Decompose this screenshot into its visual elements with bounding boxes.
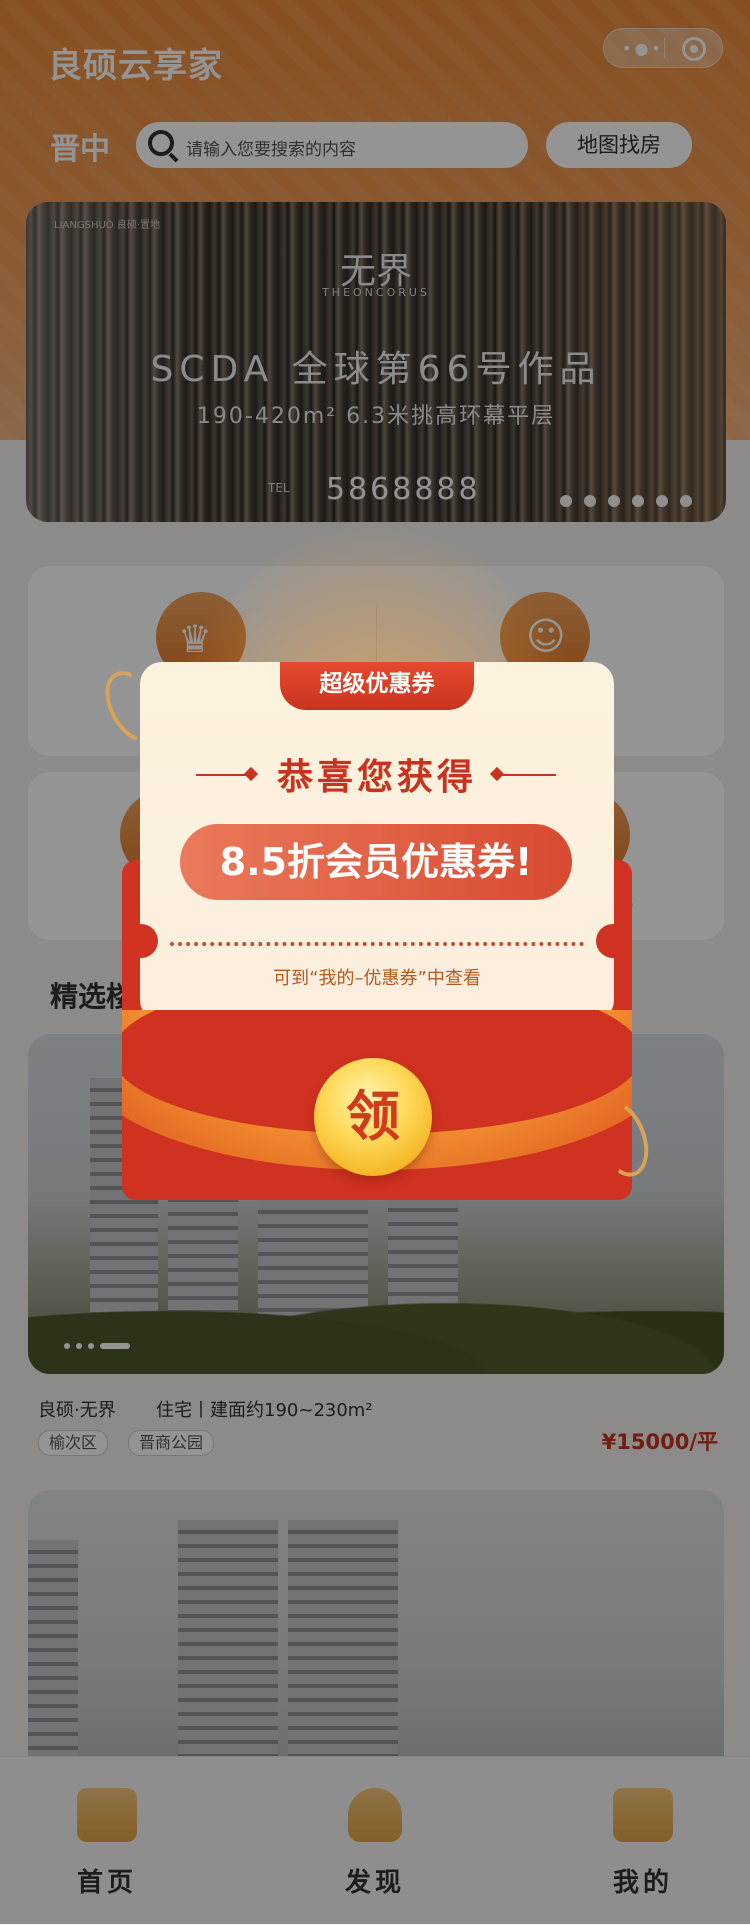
- ticket-notch: [124, 924, 158, 958]
- congrats-title: 恭喜您获得: [276, 757, 477, 798]
- coupon-value: 8.5折会员优惠券!: [180, 824, 572, 900]
- ticket-notch: [596, 924, 630, 958]
- coupon-hint: 可到“我的–优惠券”中查看: [273, 968, 481, 989]
- claim-button[interactable]: 领: [314, 1058, 432, 1176]
- coupon-badge: 超级优惠券: [280, 662, 474, 710]
- perforation: [170, 942, 584, 946]
